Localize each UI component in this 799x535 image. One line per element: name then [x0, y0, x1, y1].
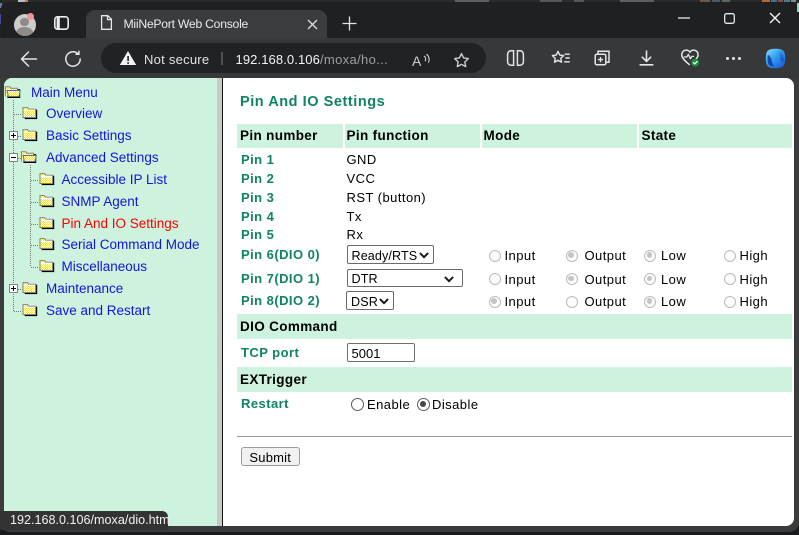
svg-text:A: A [412, 53, 422, 68]
